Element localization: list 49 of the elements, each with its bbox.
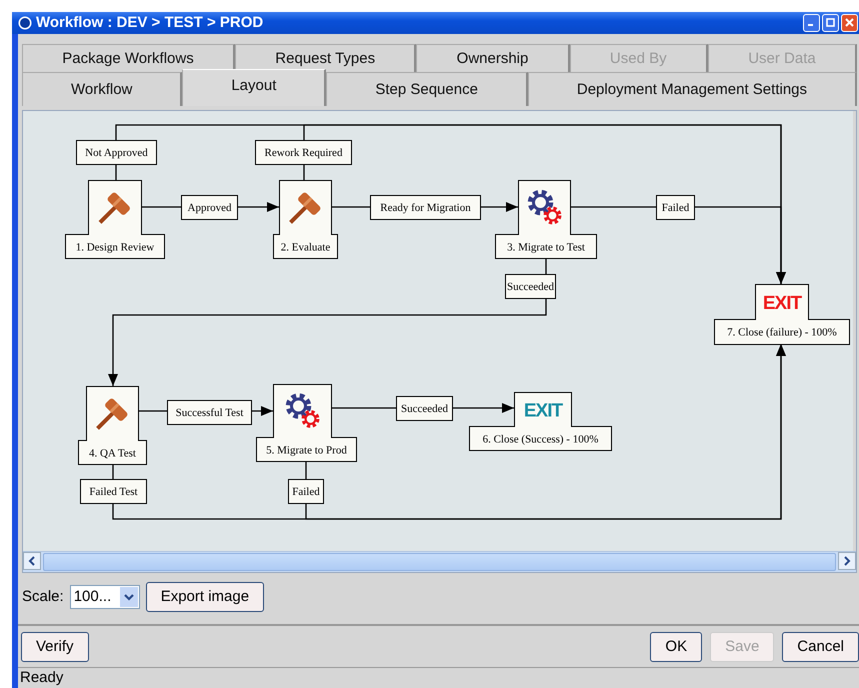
gavel-icon	[289, 191, 322, 224]
scroll-right-button[interactable]	[838, 552, 856, 570]
status-bar: Ready	[18, 666, 859, 688]
maximize-button[interactable]	[822, 14, 839, 32]
gavel-icon	[96, 397, 129, 430]
scale-label: Scale:	[22, 588, 64, 606]
transition-label: Succeeded	[396, 396, 453, 421]
step-label: 2. Evaluate	[280, 241, 330, 254]
tab[interactable]: Step Sequence	[326, 72, 528, 106]
horizontal-scrollbar[interactable]	[23, 550, 856, 572]
gears-icon	[528, 190, 562, 224]
transition-label: Approved	[181, 194, 238, 220]
step-label: 5. Migrate to Prod	[266, 444, 347, 456]
exit-sign: EXIT	[524, 400, 562, 422]
gavel-icon	[98, 191, 132, 224]
tab[interactable]: Request Types	[235, 44, 416, 72]
close-icon	[845, 18, 854, 28]
minimize-button[interactable]	[803, 14, 820, 32]
step-label: 7. Close (failure) - 100%	[727, 326, 837, 338]
tab[interactable]: Ownership	[416, 44, 570, 72]
transition-label: Ready for Migration	[370, 194, 481, 220]
step-label: 1. Design Review	[76, 241, 154, 254]
window-title: Workflow : DEV > TEST > PROD	[36, 14, 264, 32]
transition-label: Failed	[288, 478, 324, 504]
tab[interactable]: Layout	[182, 68, 326, 106]
tab[interactable]: Package Workflows	[22, 44, 236, 72]
transition-label: Rework Required	[255, 140, 352, 165]
dialog-button[interactable]: Cancel	[782, 632, 859, 662]
transition-label: Succeeded	[505, 274, 556, 299]
transition-label: Successful Test	[167, 400, 252, 425]
gears-icon	[286, 393, 320, 428]
scroll-thumb[interactable]	[43, 552, 836, 571]
app-icon	[18, 16, 32, 30]
verify-button[interactable]: Verify	[21, 632, 89, 662]
transition-label: Failed	[656, 194, 695, 220]
export-image-button[interactable]: Export image	[146, 582, 264, 612]
exit-sign: EXIT	[762, 292, 802, 314]
transition-label: Not Approved	[76, 140, 157, 165]
scale-dropdown[interactable]: 100...	[70, 584, 140, 609]
close-button[interactable]	[841, 14, 858, 32]
tab[interactable]: Workflow	[22, 72, 182, 106]
maximize-icon	[826, 18, 835, 28]
step-label: 3. Migrate to Test	[507, 241, 585, 254]
dialog-button[interactable]: OK	[650, 632, 702, 662]
transition-label: Failed Test	[80, 478, 147, 504]
tab[interactable]: Deployment Management Settings	[528, 72, 857, 106]
step-label: 4. QA Test	[89, 447, 136, 460]
scroll-left-button[interactable]	[23, 552, 41, 570]
step-label: 6. Close (Success) - 100%	[482, 433, 598, 446]
